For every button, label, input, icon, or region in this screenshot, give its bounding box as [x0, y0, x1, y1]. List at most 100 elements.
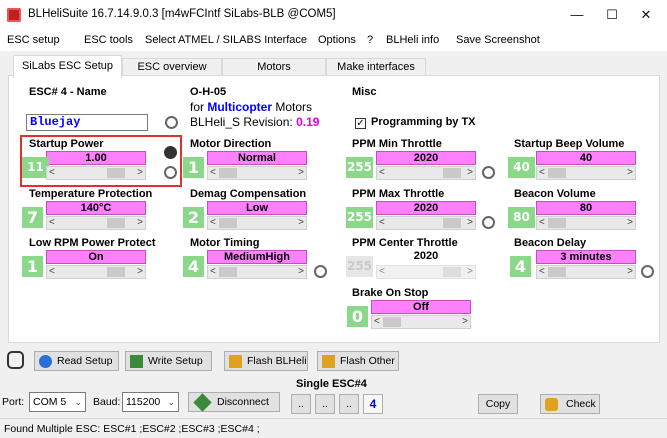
check-button[interactable]: Check — [540, 394, 600, 414]
menu-esc-tools[interactable]: ESC tools — [84, 34, 133, 46]
scroll-left-icon[interactable]: < — [539, 216, 545, 230]
reset-icon[interactable] — [164, 146, 177, 159]
low-rpm-number: 1 — [22, 256, 43, 277]
read-setup-button[interactable]: Read Setup — [34, 351, 119, 371]
scroll-right-icon[interactable]: > — [627, 166, 633, 180]
slider-thumb[interactable] — [548, 168, 566, 178]
scroll-right-icon[interactable]: > — [467, 216, 473, 230]
motor-timing-value: MediumHigh — [207, 250, 307, 264]
scroll-right-icon[interactable]: > — [298, 166, 304, 180]
scroll-right-icon[interactable]: > — [627, 265, 633, 279]
scroll-right-icon[interactable]: > — [137, 166, 143, 180]
scroll-left-icon[interactable]: < — [379, 216, 385, 230]
esc-3-button[interactable]: .. — [339, 394, 359, 414]
scroll-left-icon[interactable]: < — [49, 216, 55, 230]
esc-1-button[interactable]: .. — [291, 394, 311, 414]
read-setup-label: Read Setup — [57, 355, 113, 367]
menu-options[interactable]: Options — [318, 34, 356, 46]
multi-esc-toggle-icon[interactable] — [7, 351, 24, 369]
motor-timing-label: Motor Timing — [190, 237, 260, 249]
beacon-delay-label: Beacon Delay — [514, 237, 587, 249]
beacon-volume-slider[interactable]: < > — [536, 216, 636, 230]
slider-thumb[interactable] — [383, 317, 401, 327]
motor-direction-slider[interactable]: < > — [207, 166, 307, 180]
apply-icon[interactable] — [314, 265, 327, 278]
startup-power-slider[interactable]: < > — [46, 166, 146, 180]
flash-blheli-button[interactable]: Flash BLHeli — [224, 351, 308, 371]
minimize-button[interactable]: — — [564, 4, 590, 26]
slider-thumb[interactable] — [219, 218, 237, 228]
menu-save-screenshot[interactable]: Save Screenshot — [456, 34, 540, 46]
apply-icon[interactable] — [164, 166, 177, 179]
apply-icon[interactable] — [482, 166, 495, 179]
slider-thumb[interactable] — [548, 267, 566, 277]
scroll-left-icon[interactable]: < — [210, 166, 216, 180]
ppm-max-slider[interactable]: < > — [376, 216, 476, 230]
slider-thumb[interactable] — [107, 267, 126, 277]
scroll-right-icon[interactable]: > — [298, 216, 304, 230]
startup-power-value: 1.00 — [46, 151, 146, 165]
apply-icon[interactable] — [641, 265, 654, 278]
scroll-left-icon[interactable]: < — [539, 166, 545, 180]
ppm-center-number: 255 — [346, 256, 373, 277]
scroll-right-icon[interactable]: > — [467, 265, 473, 279]
slider-thumb[interactable] — [107, 218, 126, 228]
ppm-min-slider[interactable]: < > — [376, 166, 476, 180]
scroll-left-icon[interactable]: < — [210, 265, 216, 279]
scroll-left-icon[interactable]: < — [49, 166, 55, 180]
check-label: Check — [566, 398, 596, 410]
slider-thumb[interactable] — [548, 218, 566, 228]
slider-thumb[interactable] — [219, 267, 237, 277]
apply-icon[interactable] — [165, 116, 178, 129]
brake-on-stop-slider[interactable]: < > — [371, 315, 471, 329]
scroll-right-icon[interactable]: > — [467, 166, 473, 180]
slider-thumb[interactable] — [219, 168, 237, 178]
esc-name-input[interactable]: Bluejay — [26, 114, 148, 131]
slider-thumb[interactable] — [443, 218, 462, 228]
scroll-left-icon[interactable]: < — [374, 315, 380, 329]
menu-blheli-info[interactable]: BLHeli info — [386, 34, 439, 46]
slider-thumb[interactable] — [443, 168, 462, 178]
tab-row: SiLabs ESC Setup ESC overview Motors Mak… — [0, 51, 667, 78]
scroll-left-icon[interactable]: < — [49, 265, 55, 279]
menu-select-interface[interactable]: Select ATMEL / SILABS Interface — [145, 34, 307, 46]
disconnect-button[interactable]: Disconnect — [188, 392, 280, 412]
close-button[interactable]: ✕ — [633, 4, 659, 26]
demag-slider[interactable]: < > — [207, 216, 307, 230]
low-rpm-value: On — [46, 250, 146, 264]
esc-setup-panel: ESC# 4 - Name Bluejay Startup Power 1.00… — [8, 75, 660, 343]
maximize-button[interactable]: ☐ — [599, 4, 625, 26]
write-setup-button[interactable]: Write Setup — [125, 351, 212, 371]
scroll-right-icon[interactable]: > — [298, 265, 304, 279]
menu-esc-setup[interactable]: ESC setup — [7, 34, 60, 46]
scroll-right-icon[interactable]: > — [137, 216, 143, 230]
scroll-right-icon[interactable]: > — [627, 216, 633, 230]
motor-timing-slider[interactable]: < > — [207, 265, 307, 279]
startup-beep-slider[interactable]: < > — [536, 166, 636, 180]
port-select[interactable]: COM 5 ⌄ — [29, 392, 86, 412]
menu-help[interactable]: ? — [367, 34, 373, 46]
slider-thumb[interactable] — [443, 267, 462, 277]
scroll-right-icon[interactable]: > — [462, 315, 468, 329]
motors-text: Motors — [275, 100, 313, 114]
scroll-left-icon[interactable]: < — [539, 265, 545, 279]
scroll-left-icon[interactable]: < — [379, 265, 385, 279]
programming-by-tx-checkbox[interactable]: ✓ — [355, 118, 366, 129]
scroll-left-icon[interactable]: < — [210, 216, 216, 230]
scroll-right-icon[interactable]: > — [137, 265, 143, 279]
scroll-left-icon[interactable]: < — [379, 166, 385, 180]
temp-protection-slider[interactable]: < > — [46, 216, 146, 230]
copy-button[interactable]: Copy — [478, 394, 518, 414]
flash-other-button[interactable]: Flash Other — [317, 351, 399, 371]
tab-silabs-esc-setup[interactable]: SiLabs ESC Setup — [13, 55, 122, 78]
esc-2-button[interactable]: .. — [315, 394, 335, 414]
ppm-center-slider[interactable]: < > — [376, 265, 476, 279]
beacon-delay-slider[interactable]: < > — [536, 265, 636, 279]
slider-thumb[interactable] — [107, 168, 126, 178]
low-rpm-slider[interactable]: < > — [46, 265, 146, 279]
motor-timing-number: 4 — [183, 256, 204, 277]
esc-4-button[interactable]: 4 — [363, 394, 383, 414]
baud-label: Baud: — [93, 396, 121, 408]
apply-icon[interactable] — [482, 216, 495, 229]
baud-select[interactable]: 115200 ⌄ — [122, 392, 179, 412]
